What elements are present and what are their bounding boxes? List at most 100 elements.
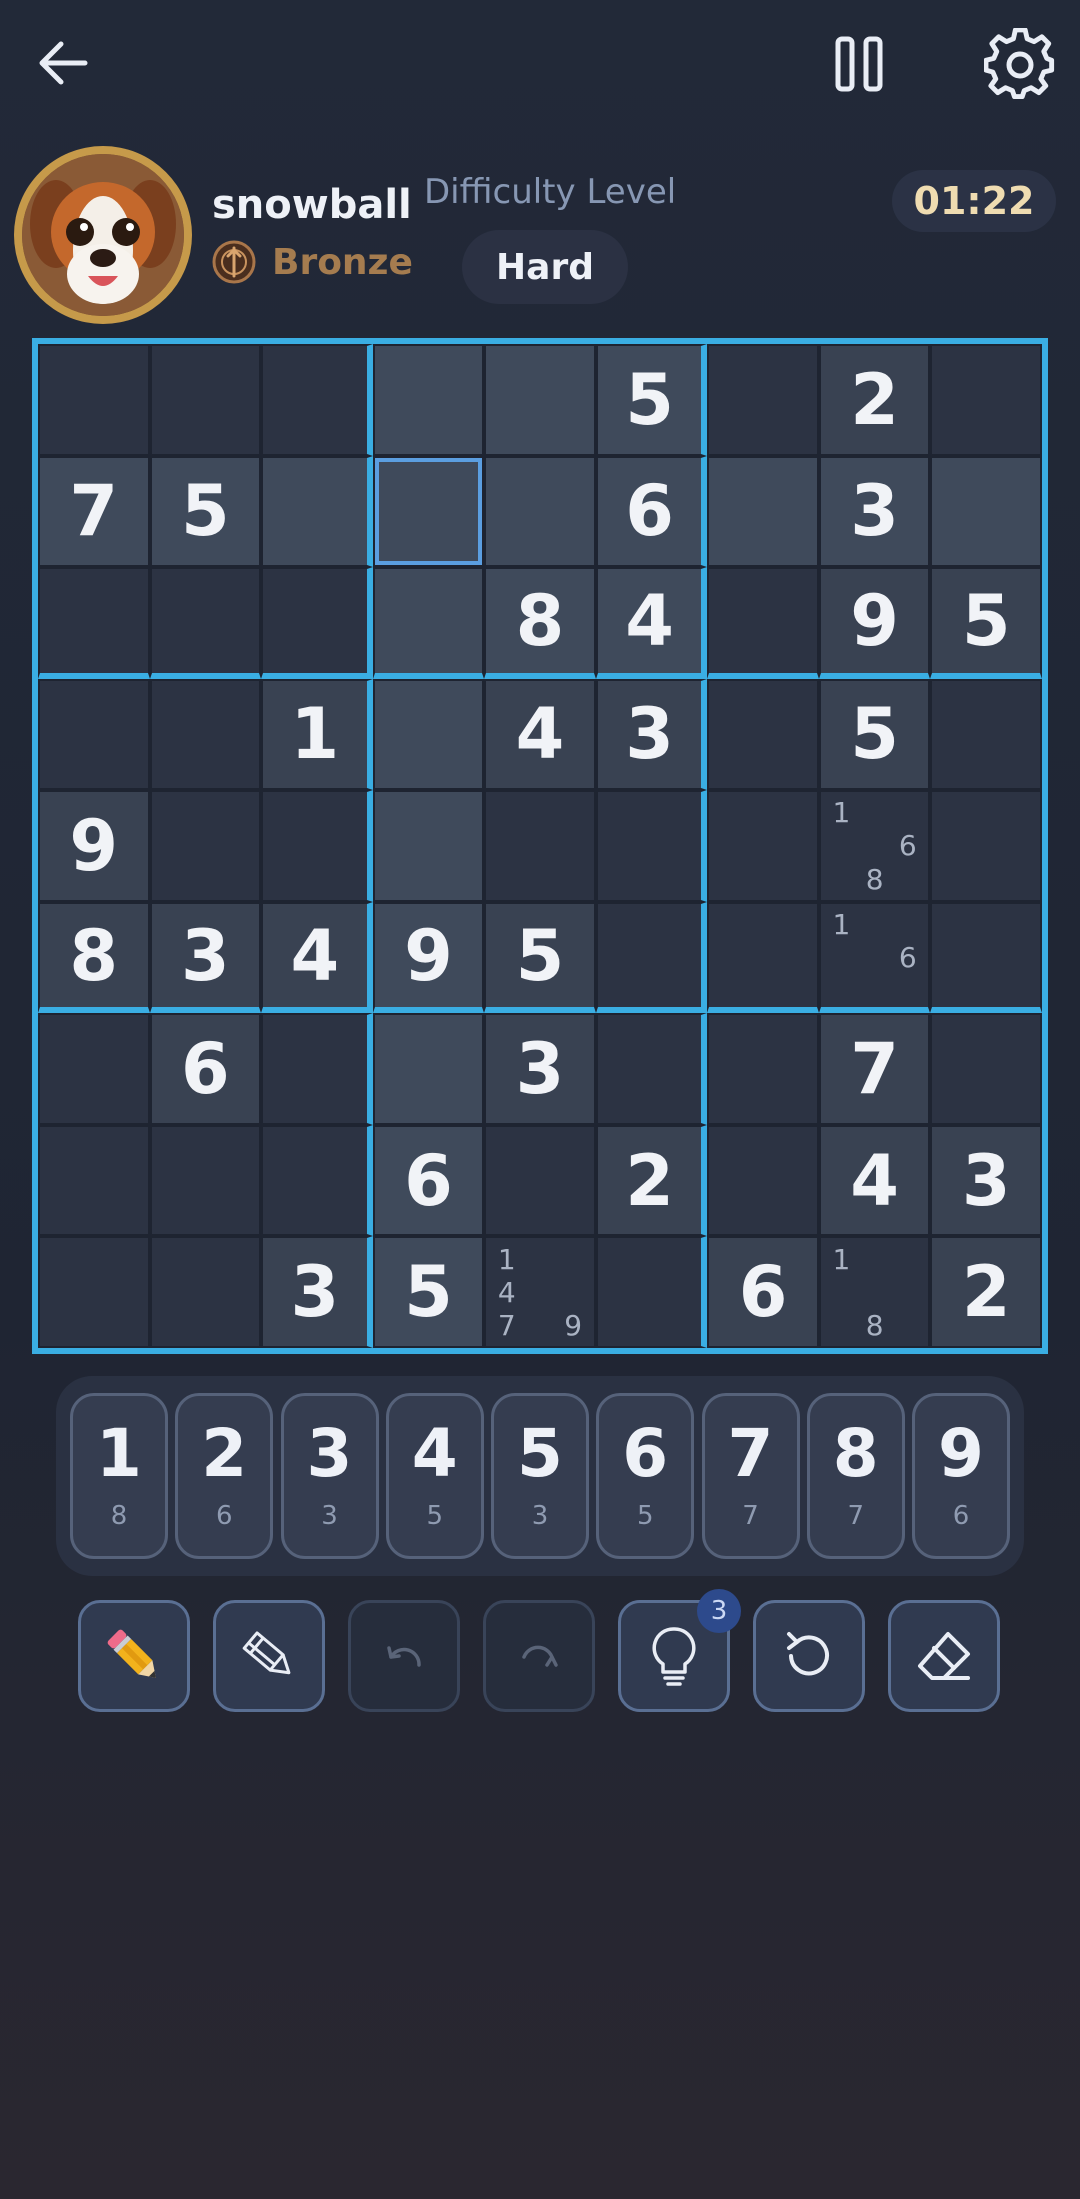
sudoku-cell[interactable]: 3 xyxy=(261,1236,373,1348)
sudoku-cell[interactable]: 2 xyxy=(595,1124,708,1237)
sudoku-cell[interactable] xyxy=(707,1013,819,1125)
avatar[interactable] xyxy=(14,146,192,324)
sudoku-cell[interactable] xyxy=(930,1013,1042,1125)
sudoku-cell[interactable]: 5 xyxy=(149,455,262,568)
pencil-notes-button[interactable] xyxy=(78,1600,190,1712)
sudoku-cell[interactable]: 3 xyxy=(818,455,931,568)
sudoku-cell[interactable]: 1 68 xyxy=(818,790,931,902)
sudoku-cell[interactable] xyxy=(707,344,819,456)
sudoku-cell[interactable] xyxy=(372,567,485,679)
sudoku-cell[interactable]: 5 xyxy=(484,901,596,1014)
sudoku-cell[interactable] xyxy=(484,455,596,568)
sudoku-cell[interactable] xyxy=(372,790,485,902)
sudoku-cell[interactable] xyxy=(38,1124,150,1237)
sudoku-cell[interactable] xyxy=(595,901,708,1014)
sudoku-cell[interactable]: 4 xyxy=(484,678,596,791)
sudoku-cell[interactable]: 4 xyxy=(595,567,708,679)
number-key[interactable]: 65 xyxy=(596,1393,695,1559)
sudoku-cell[interactable] xyxy=(149,790,262,902)
sudoku-cell[interactable]: 8 xyxy=(484,567,596,679)
sudoku-cell[interactable]: 9 xyxy=(372,901,485,1014)
sudoku-cell[interactable]: 2 xyxy=(818,344,931,456)
sudoku-cell[interactable]: 3 xyxy=(595,678,708,791)
restart-button[interactable] xyxy=(753,1600,865,1712)
sudoku-cell[interactable] xyxy=(707,678,819,791)
sudoku-cell[interactable] xyxy=(484,790,596,902)
sudoku-cell[interactable]: 147 9 xyxy=(484,1236,596,1348)
sudoku-cell[interactable]: 8 xyxy=(38,901,150,1014)
sudoku-cell[interactable] xyxy=(707,455,819,568)
sudoku-cell[interactable]: 5 xyxy=(372,1236,485,1348)
sudoku-cell[interactable] xyxy=(149,567,262,679)
number-key[interactable]: 53 xyxy=(491,1393,589,1559)
hint-button[interactable]: 3 xyxy=(618,1589,741,1712)
sudoku-cell[interactable]: 16 xyxy=(818,901,931,1014)
sudoku-cell[interactable] xyxy=(595,1236,708,1348)
sudoku-cell[interactable]: 4 xyxy=(261,901,373,1014)
sudoku-cell[interactable]: 3 xyxy=(930,1124,1042,1237)
sudoku-cell[interactable]: 5 xyxy=(595,344,708,456)
sudoku-cell[interactable]: 6 xyxy=(149,1013,262,1125)
sudoku-cell[interactable]: 5 xyxy=(818,678,931,791)
number-key[interactable]: 45 xyxy=(385,1393,484,1559)
sudoku-cell[interactable]: 3 xyxy=(484,1013,596,1125)
sudoku-cell[interactable] xyxy=(38,1013,150,1125)
sudoku-cell[interactable] xyxy=(149,344,262,456)
sudoku-cell[interactable] xyxy=(930,901,1042,1014)
pause-button[interactable] xyxy=(820,24,900,104)
sudoku-cell[interactable]: 9 xyxy=(38,790,150,902)
sudoku-cell[interactable] xyxy=(372,678,485,791)
sudoku-cell[interactable]: 6 xyxy=(372,1124,485,1237)
sudoku-cell[interactable] xyxy=(930,790,1042,902)
sudoku-cell[interactable] xyxy=(707,790,819,902)
sudoku-cell[interactable] xyxy=(930,678,1042,791)
sudoku-cell[interactable]: 1 xyxy=(261,678,373,791)
back-button[interactable] xyxy=(28,28,98,98)
number-key[interactable]: 87 xyxy=(806,1393,905,1559)
sudoku-cell[interactable]: 6 xyxy=(707,1236,819,1348)
sudoku-cell[interactable] xyxy=(261,1124,373,1237)
number-key[interactable]: 77 xyxy=(701,1393,800,1559)
sudoku-cell[interactable]: 7 xyxy=(818,1013,931,1125)
sudoku-cell[interactable] xyxy=(484,344,596,456)
sudoku-cell[interactable]: 5 xyxy=(930,567,1042,679)
sudoku-cell[interactable]: 4 xyxy=(818,1124,931,1237)
sudoku-cell[interactable] xyxy=(707,567,819,679)
sudoku-cell[interactable] xyxy=(38,678,150,791)
sudoku-cell[interactable]: 2 xyxy=(930,1236,1042,1348)
sudoku-cell[interactable]: 18 xyxy=(818,1236,931,1348)
sudoku-cell[interactable] xyxy=(707,1124,819,1237)
sudoku-cell[interactable] xyxy=(38,567,150,679)
sudoku-cell[interactable] xyxy=(149,678,262,791)
undo-button[interactable] xyxy=(348,1600,460,1712)
sudoku-cell[interactable] xyxy=(707,901,819,1014)
number-key[interactable]: 26 xyxy=(175,1393,274,1559)
settings-button[interactable] xyxy=(978,22,1062,106)
sudoku-cell[interactable] xyxy=(38,1236,150,1348)
sudoku-cell[interactable] xyxy=(261,567,373,679)
number-key[interactable]: 96 xyxy=(912,1393,1010,1559)
sudoku-cell[interactable] xyxy=(484,1124,596,1237)
sudoku-cell[interactable] xyxy=(372,1013,485,1125)
sudoku-cell[interactable] xyxy=(38,344,150,456)
sudoku-cell[interactable]: 7 xyxy=(38,455,150,568)
sudoku-cell[interactable] xyxy=(930,344,1042,456)
sudoku-cell[interactable] xyxy=(261,790,373,902)
number-key[interactable]: 33 xyxy=(280,1393,379,1559)
sudoku-cell[interactable] xyxy=(372,455,485,568)
auto-notes-button[interactable] xyxy=(213,1600,325,1712)
sudoku-cell[interactable] xyxy=(372,344,485,456)
sudoku-cell[interactable]: 9 xyxy=(818,567,931,679)
sudoku-cell[interactable] xyxy=(930,455,1042,568)
sudoku-cell[interactable] xyxy=(595,790,708,902)
sudoku-cell[interactable] xyxy=(261,344,373,456)
erase-button[interactable] xyxy=(888,1600,1000,1712)
sudoku-cell[interactable] xyxy=(261,455,373,568)
sudoku-cell[interactable]: 6 xyxy=(595,455,708,568)
sudoku-cell[interactable]: 3 xyxy=(149,901,262,1014)
redo-button[interactable] xyxy=(483,1600,595,1712)
sudoku-cell[interactable] xyxy=(149,1236,262,1348)
sudoku-cell[interactable] xyxy=(595,1013,708,1125)
number-key[interactable]: 18 xyxy=(70,1393,168,1559)
sudoku-cell[interactable] xyxy=(261,1013,373,1125)
